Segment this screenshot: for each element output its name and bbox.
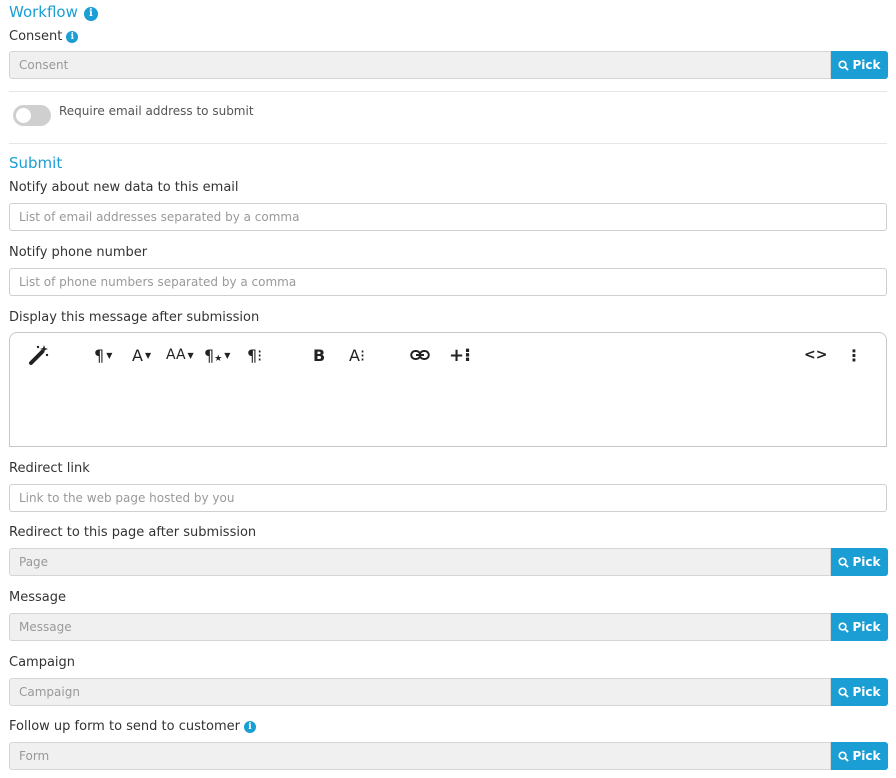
followup-label: Follow up form to send to customer — [9, 719, 240, 734]
campaign-field[interactable]: Campaign — [9, 678, 831, 706]
redirect-link-label: Redirect link — [9, 461, 90, 476]
require-email-label: Require email address to submit — [59, 104, 254, 118]
font-icon: A — [132, 345, 143, 365]
redirect-page-label: Redirect to this page after submission — [9, 525, 257, 540]
workflow-title: Workflow — [9, 3, 78, 21]
divider — [9, 143, 887, 144]
submit-heading: Submit — [9, 154, 63, 172]
pick-label: Pick — [852, 555, 881, 569]
campaign-pick-button[interactable]: Pick — [831, 678, 888, 706]
font-family-button[interactable]: A ▼ — [132, 343, 151, 367]
consent-pick-button[interactable]: Pick — [831, 51, 888, 79]
insert-link-button[interactable] — [410, 343, 430, 367]
notify-phone-input[interactable] — [9, 268, 887, 296]
paragraph-style-icon: ¶ — [204, 345, 215, 365]
message-label: Message — [9, 590, 66, 605]
more-paragraph-icon: ¶⁝ — [247, 345, 263, 365]
font-size-icon: AA — [166, 347, 186, 363]
consent-placeholder: Consent — [19, 58, 69, 72]
pick-label: Pick — [852, 685, 881, 699]
display-message-label: Display this message after submission — [9, 310, 260, 325]
followup-form-field[interactable]: Form — [9, 742, 831, 770]
followup-label-row: Follow up form to send to customer i — [9, 719, 256, 734]
notify-phone-label: Notify phone number — [9, 245, 148, 260]
search-icon — [838, 59, 850, 71]
paragraph-format-button[interactable]: ¶ ▼ — [94, 343, 112, 367]
link-icon — [410, 350, 430, 360]
magic-wand-icon[interactable] — [28, 343, 50, 367]
notify-email-input[interactable] — [9, 203, 887, 231]
info-icon[interactable]: i — [83, 7, 98, 21]
pick-label: Pick — [852, 749, 881, 763]
more-text-icon: A⁝ — [349, 345, 366, 365]
chevron-down-icon: ▼ — [144, 350, 152, 360]
notify-email-label: Notify about new data to this email — [9, 180, 239, 195]
redirect-page-placeholder: Page — [19, 555, 49, 569]
search-icon — [838, 686, 850, 698]
chevron-down-icon: ▼ — [187, 350, 194, 360]
search-icon — [838, 556, 850, 568]
followup-placeholder: Form — [19, 749, 50, 763]
paragraph-icon: ¶ — [94, 345, 105, 365]
more-text-button[interactable]: A⁝ — [349, 343, 365, 367]
consent-field[interactable]: Consent — [9, 51, 831, 79]
code-view-icon: <> — [804, 347, 828, 363]
rich-text-editor[interactable]: ¶ ▼ A ▼ AA ▼ ¶ ★ ▼ ¶⁝ B A⁝ +⁝ <> ⋮ — [9, 332, 887, 447]
pick-label: Pick — [852, 58, 881, 72]
redirect-page-pick-button[interactable]: Pick — [831, 548, 888, 576]
campaign-label: Campaign — [9, 655, 76, 670]
more-insert-button[interactable]: +⁝ — [449, 343, 471, 367]
bold-button[interactable]: B — [313, 343, 325, 367]
consent-label-row: Consent i — [9, 29, 79, 44]
campaign-placeholder: Campaign — [19, 685, 80, 699]
message-placeholder: Message — [19, 620, 72, 634]
info-icon[interactable]: i — [243, 721, 256, 733]
code-view-button[interactable]: <> — [804, 343, 827, 367]
bold-icon: B — [313, 345, 326, 365]
chevron-down-icon: ▼ — [224, 350, 231, 360]
require-email-toggle[interactable] — [13, 105, 51, 126]
chevron-down-icon: ▼ — [106, 350, 113, 360]
workflow-heading: Workflow i — [9, 3, 98, 21]
toggle-knob — [16, 108, 31, 123]
consent-label: Consent — [9, 29, 63, 44]
font-size-button[interactable]: AA ▼ — [166, 343, 194, 367]
followup-pick-button[interactable]: Pick — [831, 742, 888, 770]
pick-label: Pick — [852, 620, 881, 634]
message-field[interactable]: Message — [9, 613, 831, 641]
paragraph-style-button[interactable]: ¶ ★ ▼ — [204, 343, 230, 367]
message-pick-button[interactable]: Pick — [831, 613, 888, 641]
more-options-button[interactable]: ⋮ — [846, 343, 862, 367]
more-paragraph-button[interactable]: ¶⁝ — [247, 343, 262, 367]
search-icon — [838, 621, 850, 633]
redirect-link-input[interactable] — [9, 484, 887, 512]
divider — [9, 91, 887, 92]
star-icon: ★ — [214, 354, 223, 364]
search-icon — [838, 750, 850, 762]
more-vertical-icon: ⋮ — [846, 345, 862, 365]
redirect-page-field[interactable]: Page — [9, 548, 831, 576]
more-insert-icon: +⁝ — [449, 344, 471, 366]
info-icon[interactable]: i — [66, 31, 79, 43]
